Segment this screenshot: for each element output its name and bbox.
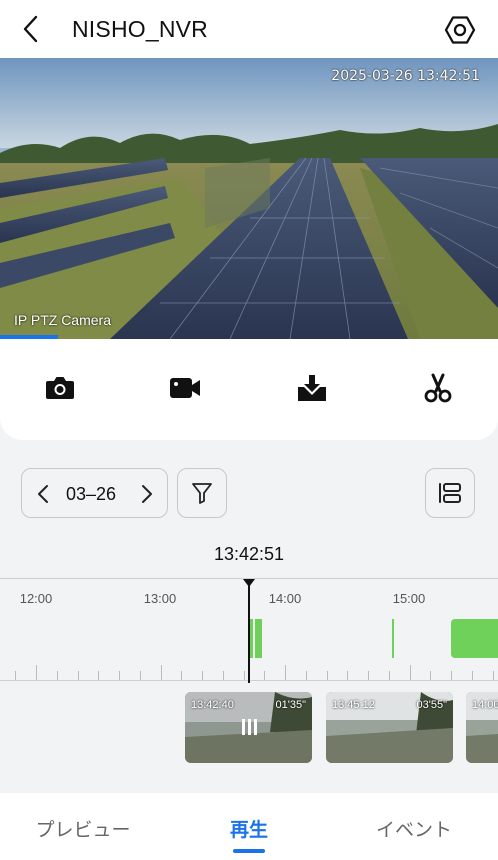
timeline-hour-label: 15:00 <box>392 591 426 606</box>
next-date-button[interactable] <box>134 479 160 509</box>
camera-label: IP PTZ Camera <box>14 312 111 328</box>
timeline-tick <box>160 665 162 680</box>
timeline-tick <box>15 671 17 680</box>
clip-duration: 03'55" <box>416 699 447 711</box>
timeline-tick <box>56 671 58 680</box>
selected-date[interactable]: 03–26 <box>66 484 116 505</box>
active-tab-indicator <box>233 849 265 853</box>
timeline-tick <box>285 665 286 680</box>
record-button[interactable] <box>168 371 202 405</box>
timeline-tick <box>264 671 266 680</box>
filter-button[interactable] <box>177 468 227 518</box>
timeline-tick <box>243 671 245 680</box>
timeline-tick <box>388 671 390 680</box>
timeline-cursor[interactable] <box>248 579 250 683</box>
clip-duration: 01'35" <box>275 699 306 711</box>
nav-playback-tab[interactable]: 再生 <box>230 815 268 842</box>
settings-hexagon-icon <box>444 16 476 44</box>
timeline-tick <box>368 671 369 680</box>
chevron-right-icon <box>142 485 152 503</box>
timeline-tick <box>77 671 79 680</box>
timeline[interactable]: 12:00 13:00 14:00 15:00 <box>0 578 498 683</box>
app-header: NISHO_NVR <box>0 0 498 58</box>
timeline-tick <box>471 671 473 680</box>
clip-button[interactable] <box>421 371 455 405</box>
timeline-tick <box>36 665 37 680</box>
clip-start-time: 14:00 <box>472 699 498 711</box>
clip-thumbnails: 13:42:40 01'35" 13:45:12 03'55" 14:00 <box>0 692 498 764</box>
settings-button[interactable] <box>442 12 478 48</box>
timeline-tick <box>98 671 100 680</box>
previous-date-button[interactable] <box>30 479 56 509</box>
playback-toolbar <box>0 339 498 440</box>
recording-segment[interactable] <box>392 619 394 658</box>
current-playback-time: 13:42:51 <box>213 544 285 564</box>
timeline-cursor-head[interactable] <box>243 579 255 587</box>
timeline-tick <box>492 671 494 680</box>
timeline-hour-label: 13:00 <box>143 591 177 606</box>
video-record-icon <box>170 378 200 398</box>
timeline-hour-label: 14:00 <box>268 591 302 606</box>
list-layout-icon <box>439 483 461 503</box>
timeline-tick <box>347 671 349 680</box>
clip-start-time: 13:45:12 <box>332 699 375 711</box>
date-selector: 03–26 <box>21 468 168 518</box>
filter-icon <box>192 483 212 504</box>
pause-icon <box>242 719 257 735</box>
timeline-tick <box>202 671 203 680</box>
layout-button[interactable] <box>425 468 475 518</box>
timeline-hour-label: 12:00 <box>19 591 53 606</box>
recording-segment[interactable] <box>451 619 498 658</box>
clip-thumbnail[interactable]: 14:00 <box>466 692 498 763</box>
solar-farm-video-frame <box>0 58 498 339</box>
video-timestamp: 2025-03-26 13:42:51 <box>331 68 480 84</box>
timeline-tick <box>222 671 224 680</box>
clip-start-time: 13:42:40 <box>191 699 234 711</box>
chevron-left-icon <box>23 15 38 43</box>
chevron-left-icon <box>38 485 48 503</box>
nav-preview-tab[interactable]: プレビュー <box>35 815 130 842</box>
page-title: NISHO_NVR <box>72 16 208 42</box>
timeline-tick <box>119 671 120 680</box>
playback-controls: 03–26 <box>0 468 498 518</box>
video-player[interactable]: 2025-03-26 13:42:51 IP PTZ Camera <box>0 58 498 339</box>
back-button[interactable] <box>14 12 48 46</box>
download-icon <box>298 375 326 401</box>
timeline-tick <box>451 671 452 680</box>
nav-event-tab[interactable]: イベント <box>376 815 452 842</box>
clip-thumbnail[interactable]: 13:42:40 01'35" <box>185 692 312 763</box>
camera-icon <box>46 377 74 399</box>
scissors-icon <box>424 373 452 403</box>
download-button[interactable] <box>295 371 329 405</box>
snapshot-button[interactable] <box>43 371 77 405</box>
recording-segment[interactable] <box>249 619 253 658</box>
timeline-tick <box>409 665 411 680</box>
timeline-tick <box>326 671 328 680</box>
timeline-tick <box>139 671 141 680</box>
timeline-tick <box>305 671 307 680</box>
timeline-tick <box>181 671 183 680</box>
timeline-tick <box>430 671 432 680</box>
recording-segment[interactable] <box>255 619 262 658</box>
bottom-navigation: プレビュー 再生 イベント <box>0 793 498 860</box>
clip-thumbnail[interactable]: 13:45:12 03'55" <box>326 692 453 763</box>
